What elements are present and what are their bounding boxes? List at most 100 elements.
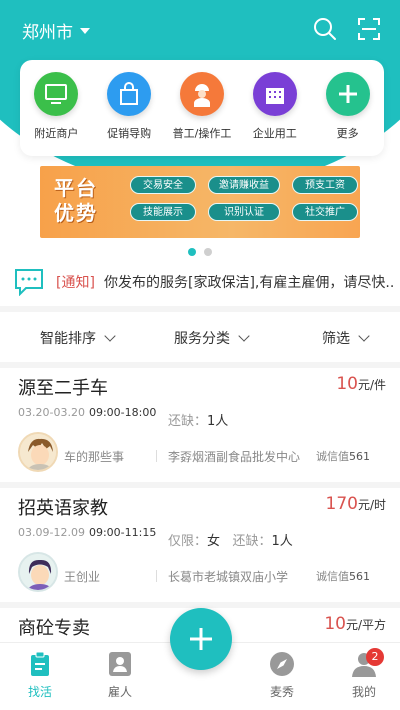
building-icon <box>252 72 297 116</box>
user-name: 王创业 <box>64 570 101 584</box>
category-label: 促销导购 <box>107 127 152 140</box>
price-value: 170 <box>325 494 358 514</box>
need-value: 1人 <box>207 414 229 429</box>
price-value: 10 <box>336 374 358 394</box>
banner-title-line1: 平台 <box>54 176 98 200</box>
publish-button[interactable] <box>170 608 232 670</box>
banner-tag: 社交推广 <box>292 203 358 221</box>
user-name: 车的那些事 <box>64 450 125 464</box>
category-label: 更多 <box>336 127 359 140</box>
notice-bar[interactable]: [通知] 你发布的服务[家政保洁],有雇主雇佣，请尽快... <box>0 262 400 302</box>
credit-score: 诚信值561 <box>316 568 370 584</box>
banner-title-line2: 优势 <box>54 201 98 225</box>
city-selector[interactable]: 郑州市 <box>22 18 90 43</box>
sort-label: 智能排序 <box>40 331 96 347</box>
compass-icon <box>270 652 294 676</box>
listing-date: 03.20-03.20 09:00-18:00 <box>18 406 156 419</box>
tab-show[interactable]: 麦秀 <box>252 651 312 700</box>
listing-price: 10元/平方 <box>324 614 386 634</box>
time-range: 09:00-11:15 <box>88 526 157 539</box>
credit-score: 诚信值561 <box>316 448 370 464</box>
date-range: 03.09-12.09 <box>18 526 85 539</box>
credit-label: 诚信值 <box>316 570 349 583</box>
sort-dropdown[interactable]: 智能排序 <box>40 328 116 348</box>
time-range: 09:00-18:00 <box>88 406 157 419</box>
listing-date: 03.09-12.09 09:00-11:15 <box>18 526 156 539</box>
credit-value: 561 <box>349 450 370 463</box>
chevron-down-icon <box>358 330 370 342</box>
banner-title: 平台 优势 <box>54 176 114 226</box>
category-enterprise[interactable]: 企业用工 <box>242 72 308 141</box>
category-nearby-merchants[interactable]: 附近商户 <box>23 72 89 141</box>
category-grid: 附近商户 促销导购 普工/操作工 企业用工 更多 <box>20 60 384 156</box>
city-label: 郑州市 <box>22 23 73 43</box>
category-more[interactable]: 更多 <box>315 72 381 141</box>
tab-label: 我的 <box>351 685 376 699</box>
plus-icon <box>190 628 212 650</box>
message-icon <box>15 269 43 296</box>
banner-tag: 交易安全 <box>130 176 196 194</box>
platform-advantage-banner[interactable]: 平台 优势 交易安全 邀请赚收益 预支工资 技能展示 识别认证 社交推广 <box>40 166 360 238</box>
caret-down-icon <box>80 27 90 34</box>
tab-mine[interactable]: 我的 <box>334 651 394 700</box>
listing-title: 商砼专卖 <box>18 618 90 639</box>
notice-text: 你发布的服务[家政保洁],有雇主雇佣，请尽快... <box>104 275 394 291</box>
tab-hire[interactable]: 雇人 <box>90 651 150 700</box>
category-label: 附近商户 <box>34 127 79 140</box>
tab-find-work[interactable]: 找活 <box>10 651 70 700</box>
carousel-dot[interactable] <box>204 248 212 256</box>
company-name: 李孬烟酒副食品批发中心 <box>168 450 301 464</box>
category-general-worker[interactable]: 普工/操作工 <box>169 72 235 141</box>
monitor-icon <box>34 72 79 116</box>
scan-icon[interactable] <box>356 16 382 42</box>
divider <box>156 570 157 582</box>
tab-label: 雇人 <box>107 685 132 699</box>
category-label: 企业用工 <box>252 127 297 140</box>
filter-dropdown[interactable]: 筛选 <box>322 328 370 348</box>
chevron-down-icon <box>104 330 116 342</box>
notification-badge: 2 <box>366 648 384 666</box>
banner-tags: 交易安全 邀请赚收益 预支工资 技能展示 识别认证 社交推广 <box>130 176 358 221</box>
carousel-indicator <box>188 248 212 256</box>
date-range: 03.20-03.20 <box>18 406 85 419</box>
requirement-value: 女 <box>207 534 221 549</box>
banner-tag: 识别认证 <box>208 203 280 221</box>
category-promotion[interactable]: 促销导购 <box>96 72 162 141</box>
credit-label: 诚信值 <box>316 450 349 463</box>
filter-bar: 智能排序 服务分类 筛选 <box>0 312 400 362</box>
id-card-icon <box>109 652 131 676</box>
banner-tag: 预支工资 <box>292 176 358 194</box>
carousel-dot-active[interactable] <box>188 248 196 256</box>
notice-tag: [通知] <box>56 275 95 291</box>
listing-title: 源至二手车 <box>18 378 108 399</box>
price-unit: 元/时 <box>357 498 386 512</box>
banner-tag: 技能展示 <box>130 203 196 221</box>
tab-label: 麦秀 <box>269 685 294 699</box>
category-filter-label: 服务分类 <box>174 331 230 347</box>
clipboard-icon <box>31 651 49 676</box>
divider <box>156 450 157 462</box>
tab-label: 找活 <box>27 685 52 699</box>
need-value: 1人 <box>271 534 293 549</box>
avatar[interactable] <box>18 552 58 592</box>
company-name: 长葛市老城镇双庙小学 <box>168 570 289 584</box>
listing-card[interactable]: 源至二手车 10元/件 03.20-03.20 09:00-18:00 还缺：1人… <box>0 368 400 488</box>
avatar[interactable] <box>18 432 58 472</box>
filter-label: 筛选 <box>322 331 350 347</box>
listing-card[interactable]: 招英语家教 170元/时 03.09-12.09 09:00-11:15 仅限：女… <box>0 488 400 608</box>
search-icon[interactable] <box>312 16 338 42</box>
category-label: 普工/操作工 <box>172 127 232 140</box>
plus-icon <box>325 72 370 116</box>
price-unit: 元/件 <box>357 378 386 392</box>
shopping-bag-icon <box>107 72 152 116</box>
listing-need: 仅限：女 还缺：1人 <box>168 530 293 549</box>
category-dropdown[interactable]: 服务分类 <box>174 328 250 348</box>
listing-title: 招英语家教 <box>18 498 108 519</box>
requirement-label: 仅限： <box>168 534 208 549</box>
price-unit: 元/平方 <box>345 618 386 632</box>
listing-price: 170元/时 <box>326 494 387 514</box>
need-label: 还缺： <box>168 414 208 429</box>
credit-value: 561 <box>349 570 370 583</box>
listing-need: 还缺：1人 <box>168 410 228 429</box>
listing-price: 10元/件 <box>336 374 386 394</box>
